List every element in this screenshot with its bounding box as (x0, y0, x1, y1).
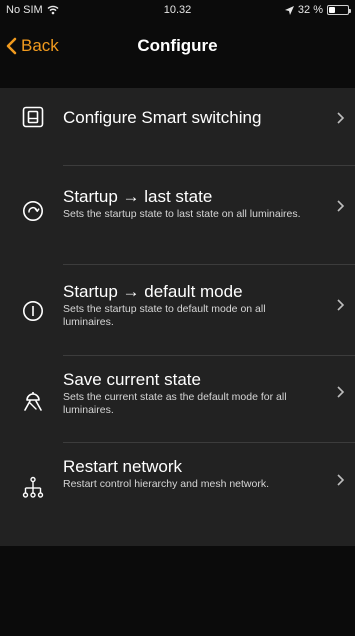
chevron-right-icon (337, 200, 345, 212)
row-subtitle: Sets the current state as the default mo… (63, 391, 287, 416)
battery-cap (349, 9, 351, 13)
chevron-right-icon (337, 474, 345, 486)
status-right: 32 % (284, 4, 351, 16)
navigation-bar: Back Configure (0, 26, 355, 70)
row-title: Restart network (63, 457, 183, 476)
list-item-save-current-state[interactable]: Save current state Sets the current stat… (0, 356, 355, 442)
battery-percent: 32 % (297, 4, 323, 16)
list-item-startup-default-mode[interactable]: Startup → default mode Sets the startup … (0, 265, 355, 355)
row-subtitle: Sets the startup state to last state on … (63, 208, 301, 220)
battery-level-fill (329, 7, 335, 13)
row-subtitle: Sets the startup state to default mode o… (63, 303, 266, 328)
row-title: Startup → default mode (63, 282, 243, 301)
row-subtitle: Restart control hierarchy and mesh netwo… (63, 478, 270, 490)
location-arrow-icon (284, 5, 294, 15)
status-bar: No SIM 10.32 32 % (0, 0, 355, 22)
chevron-right-icon (337, 112, 345, 124)
row-title: Startup → last state (63, 187, 213, 206)
list-item-smart-switching[interactable]: Configure Smart switching (0, 88, 355, 165)
page-title: Configure (137, 36, 218, 55)
list-item-startup-last-state[interactable]: Startup → last state Sets the startup st… (0, 166, 355, 264)
restart-network-icon (18, 473, 48, 503)
list-item-restart-network[interactable]: Restart network Restart control hierarch… (0, 443, 355, 546)
battery-icon (327, 5, 351, 15)
row-title: Save current state (63, 370, 201, 389)
smart-switch-icon (18, 102, 48, 132)
chevron-right-icon (337, 386, 345, 398)
startup-last-state-icon (18, 196, 48, 226)
configure-options-list: Configure Smart switching Startup → last… (0, 88, 355, 546)
startup-default-mode-icon (18, 296, 48, 326)
save-state-icon (18, 386, 48, 416)
row-title: Configure Smart switching (63, 108, 262, 127)
chevron-right-icon (337, 299, 345, 311)
